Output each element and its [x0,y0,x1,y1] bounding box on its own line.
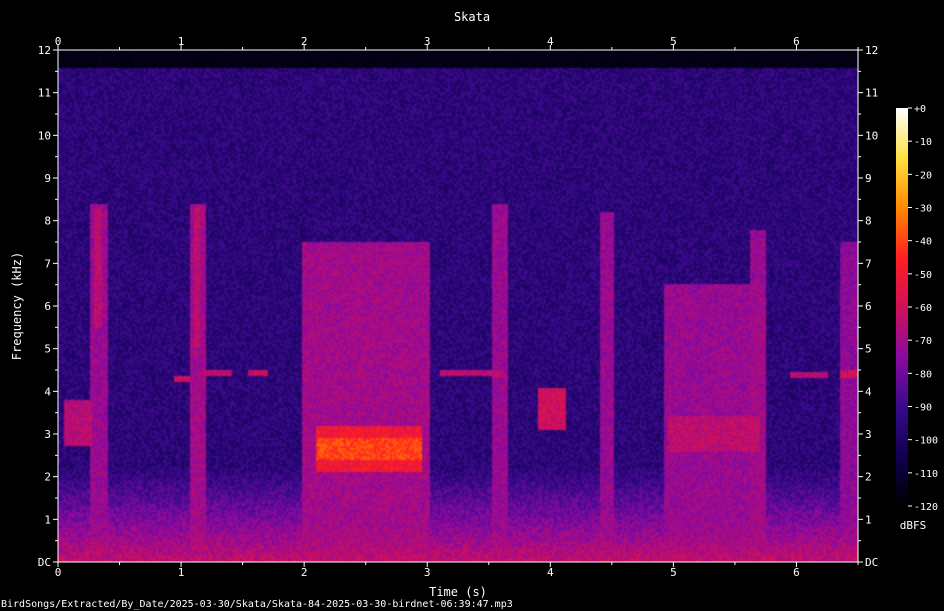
y-tick-label: 6 [865,300,872,313]
spectrogram-chart: Skata 0123456 0123456 DC123456789101112 … [1,10,938,610]
x-tick-label: 4 [547,35,554,48]
colorbar-tick-label: -20 [914,170,932,181]
y-tick-label: DC [38,556,51,569]
y-tick-label: 2 [865,471,872,484]
y-tick-label: 12 [38,44,51,57]
y-tick-label: 9 [865,172,872,185]
y-tick-label: DC [865,556,878,569]
colorbar-tick-label: -60 [914,303,932,314]
plot-area [57,49,859,563]
y-tick-label: 9 [44,172,51,185]
colorbar-tick-label: -90 [914,403,932,414]
colorbar-tick-label: +0 [914,104,926,115]
file-path: BirdSongs/Extracted/By_Date/2025-03-30/S… [1,599,513,610]
colorbar-tick-label: -40 [914,237,932,248]
y-tick-label: 4 [865,385,872,398]
x-axis-bottom: 0 1 2 3 4 5 6 [55,562,859,579]
y-tick-label: 8 [865,215,872,228]
y-tick-label: 8 [44,215,51,228]
x-tick-label: 6 [793,566,800,579]
y-tick-label: 2 [44,471,51,484]
x-tick-label: 3 [424,566,431,579]
colorbar-tick-label: -70 [914,336,932,347]
y-tick-label: 11 [38,87,51,100]
chart-title: Skata [454,10,490,24]
colorbar-tick-label: -100 [914,436,938,447]
y-axis-label: Frequency (kHz) [10,252,24,360]
y-tick-label: 1 [44,513,51,526]
y-tick-label: 10 [865,129,878,142]
y-tick-label: 7 [865,257,872,270]
colorbar: +0 -10 -20 -30 -40 -50 -60 -70 -80 -90 -100 -110 -12… [896,104,938,532]
y-tick-label: 1 [865,513,872,526]
y-tick-label: 5 [44,343,51,356]
colorbar-label: dBFS [900,519,927,532]
x-tick-label: 0 [55,566,62,579]
y-tick-label: 4 [44,385,51,398]
x-tick-label: 5 [670,35,677,48]
x-tick-label: 6 [793,35,800,48]
y-tick-label: 6 [44,300,51,313]
colorbar-tick-label: -50 [914,270,932,281]
x-axis-top: 0 1 2 3 4 5 6 [55,35,859,50]
colorbar-tick-label: -10 [914,137,932,148]
colorbar-tick-label: -30 [914,204,932,215]
y-tick-label: 11 [865,87,878,100]
x-tick-label: 2 [301,35,308,48]
y-tick-label: 3 [44,428,51,441]
y-tick-label: 5 [865,343,872,356]
spectrogram-image [58,50,858,562]
colorbar-tick-label: -110 [914,469,938,480]
y-tick-label: 10 [38,129,51,142]
colorbar-tick-label: -120 [914,502,938,513]
colorbar-gradient [896,108,908,506]
colorbar-tick-label: -80 [914,369,932,380]
y-tick-label: 7 [44,257,51,270]
colorbar-ticks: +0 -10 -20 -30 -40 -50 -60 -70 -80 -90 -100 -110 -12… [908,104,938,513]
x-tick-label: 5 [670,566,677,579]
x-tick-label: 3 [424,35,431,48]
y-tick-label: 3 [865,428,872,441]
y-tick-label: 12 [865,44,878,57]
x-tick-label: 1 [178,566,185,579]
x-tick-label: 4 [547,566,554,579]
y-axis-left: DC123456789101112 [38,44,58,569]
x-tick-label: 2 [301,566,308,579]
x-tick-label: 1 [178,35,185,48]
x-axis-label: Time (s) [429,585,487,599]
x-tick-label: 0 [55,35,62,48]
y-axis-right: DC123456789101112 [858,44,878,569]
